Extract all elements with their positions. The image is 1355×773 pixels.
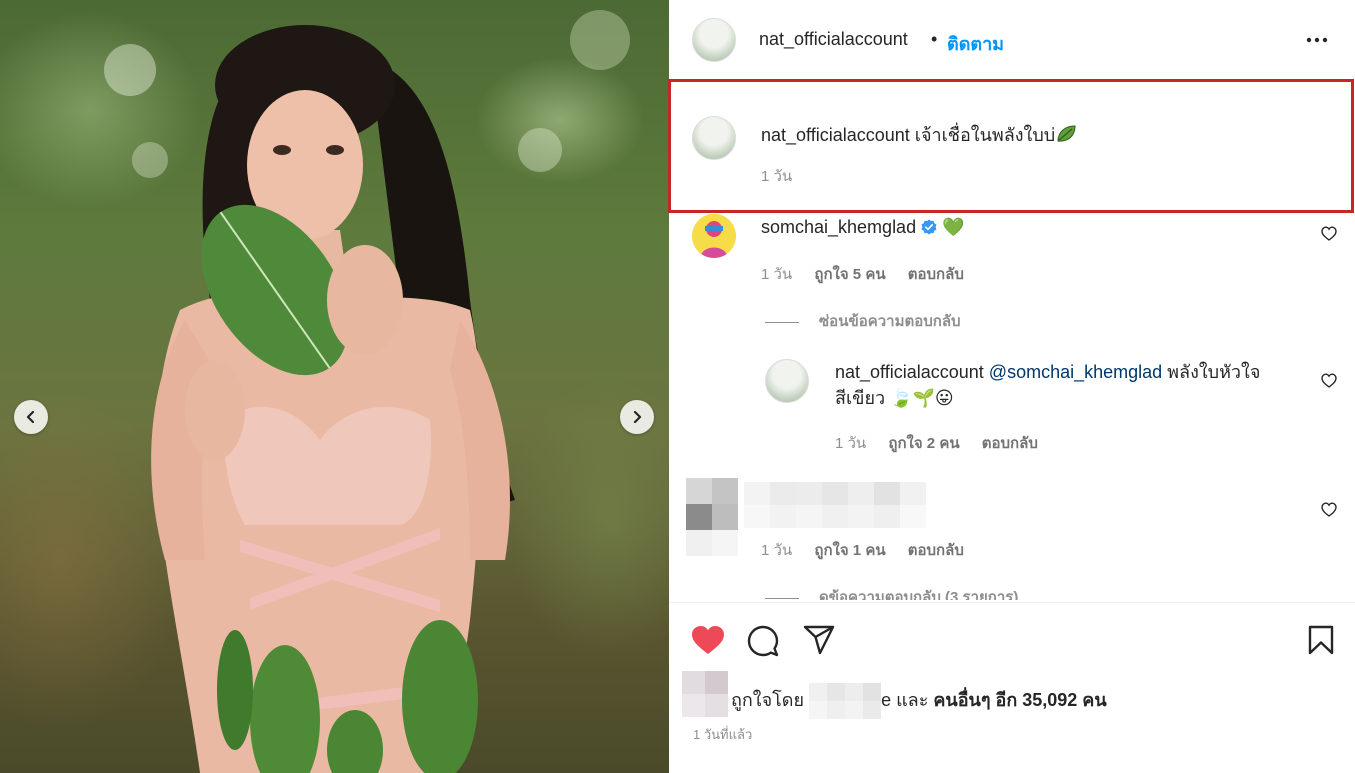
- caption: nat_officialaccount เจ้าเชื่อในพลังใบบ่: [761, 120, 1077, 149]
- comment-likes[interactable]: ถูกใจ 1 คน: [814, 542, 885, 559]
- leaf-emoji-icon: [1057, 125, 1076, 142]
- comment-meta: 1 วัน ถูกใจ 1 คน ตอบกลับ: [761, 538, 982, 562]
- reply-username[interactable]: nat_officialaccount: [835, 362, 984, 382]
- pixelated-liker-avatar[interactable]: [682, 671, 728, 717]
- caption-text: เจ้าเชื่อในพลังใบบ่: [914, 125, 1056, 145]
- comment-meta: 1 วัน ถูกใจ 5 คน ตอบกลับ: [761, 262, 982, 286]
- view-replies-label: ดูข้อความตอบกลับ (3 รายการ): [819, 589, 1019, 600]
- comment-reply: nat_officialaccount @somchai_khemglad พล…: [669, 359, 1355, 459]
- avatar-illustration: [692, 214, 736, 258]
- hide-replies-label: ซ่อนข้อความตอบกลับ: [819, 313, 961, 330]
- reply-time: 1 วัน: [835, 435, 867, 452]
- reply-body-line1: พลังใบหัวใจ: [1167, 362, 1261, 382]
- author-username[interactable]: nat_officialaccount: [759, 29, 908, 50]
- like-comment-icon[interactable]: [1321, 226, 1337, 241]
- like-reply-icon[interactable]: [1321, 373, 1337, 388]
- comment-text: somchai_khemglad 💚: [761, 214, 965, 240]
- follow-button[interactable]: ติดตาม: [947, 29, 1004, 58]
- view-replies-toggle[interactable]: ดูข้อความตอบกลับ (3 รายการ): [765, 585, 1018, 600]
- comment: somchai_khemglad 💚 1 วัน ถูกใจ 5 คน ตอบก…: [669, 214, 1355, 354]
- reply-likes[interactable]: ถูกใจ 2 คน: [888, 435, 959, 452]
- caption-username[interactable]: nat_officialaccount: [761, 125, 910, 145]
- post-header: nat_officialaccount • ติดตาม: [669, 0, 1355, 78]
- post-photo-illustration: [104, 10, 630, 773]
- reply-reply-button[interactable]: ตอบกลับ: [982, 435, 1038, 452]
- save-bookmark-icon[interactable]: [1307, 625, 1335, 655]
- verified-badge-icon: [921, 219, 937, 235]
- liked-by-suffix: e และ: [881, 689, 929, 710]
- more-options-icon[interactable]: [1305, 32, 1329, 48]
- reply-text: nat_officialaccount @somchai_khemglad พล…: [835, 359, 1305, 411]
- post-timestamp: 1 วันที่แล้ว: [693, 727, 753, 742]
- comment-icon[interactable]: [747, 625, 779, 657]
- chevron-right-icon: [633, 410, 642, 424]
- next-photo-button[interactable]: [620, 400, 654, 434]
- others-likes-link[interactable]: คนอื่นๆ อีก 35,092 คน: [933, 690, 1106, 710]
- hide-replies-toggle[interactable]: ซ่อนข้อความตอบกลับ: [765, 309, 961, 333]
- chevron-left-icon: [26, 410, 35, 424]
- liked-by-prefix: ถูกใจโดย: [731, 689, 805, 710]
- heart-filled-icon[interactable]: [691, 625, 725, 655]
- likes-summary: ถูกใจโดย e และ คนอื่นๆ อีก 35,092 คน: [731, 683, 1107, 719]
- comment: 1 วัน ถูกใจ 1 คน ตอบกลับ ดูข้อความตอบกลั…: [669, 478, 1355, 600]
- pixelated-username: [744, 482, 926, 528]
- divider: [765, 597, 799, 599]
- reply-body-line2: สีเขียว 🍃🌱😛: [835, 388, 954, 408]
- reply-meta: 1 วัน ถูกใจ 2 คน ตอบกลับ: [835, 431, 1056, 455]
- caption-time: 1 วัน: [761, 168, 793, 185]
- divider: [765, 321, 799, 323]
- separator-dot: •: [931, 29, 938, 49]
- post-footer: ถูกใจโดย e และ คนอื่นๆ อีก 35,092 คน 1 ว…: [669, 602, 1355, 773]
- mention-link[interactable]: @somchai_khemglad: [989, 362, 1162, 382]
- post-details-panel: nat_officialaccount • ติดตาม nat_officia…: [668, 0, 1355, 773]
- commenter-avatar[interactable]: [692, 214, 736, 258]
- comment-time: 1 วัน: [761, 266, 793, 283]
- comment-time: 1 วัน: [761, 542, 793, 559]
- reply-author-avatar[interactable]: [765, 359, 809, 403]
- like-comment-icon[interactable]: [1321, 502, 1337, 517]
- green-heart-emoji: 💚: [942, 217, 965, 237]
- previous-photo-button[interactable]: [14, 400, 48, 434]
- comments-list: somchai_khemglad 💚 1 วัน ถูกใจ 5 คน ตอบก…: [669, 214, 1355, 600]
- reply-button[interactable]: ตอบกลับ: [908, 542, 964, 559]
- author-avatar[interactable]: [692, 18, 736, 62]
- pixelated-avatar[interactable]: [686, 478, 738, 556]
- comment-likes[interactable]: ถูกใจ 5 คน: [814, 266, 885, 283]
- commenter-username[interactable]: somchai_khemglad: [761, 217, 916, 237]
- pixelated-liker-name[interactable]: [809, 683, 882, 719]
- caption-author-avatar[interactable]: [692, 116, 736, 160]
- post-photo[interactable]: [0, 0, 669, 773]
- share-icon[interactable]: [803, 625, 835, 655]
- caption-highlight-box: nat_officialaccount เจ้าเชื่อในพลังใบบ่ …: [668, 79, 1354, 213]
- reply-button[interactable]: ตอบกลับ: [908, 266, 964, 283]
